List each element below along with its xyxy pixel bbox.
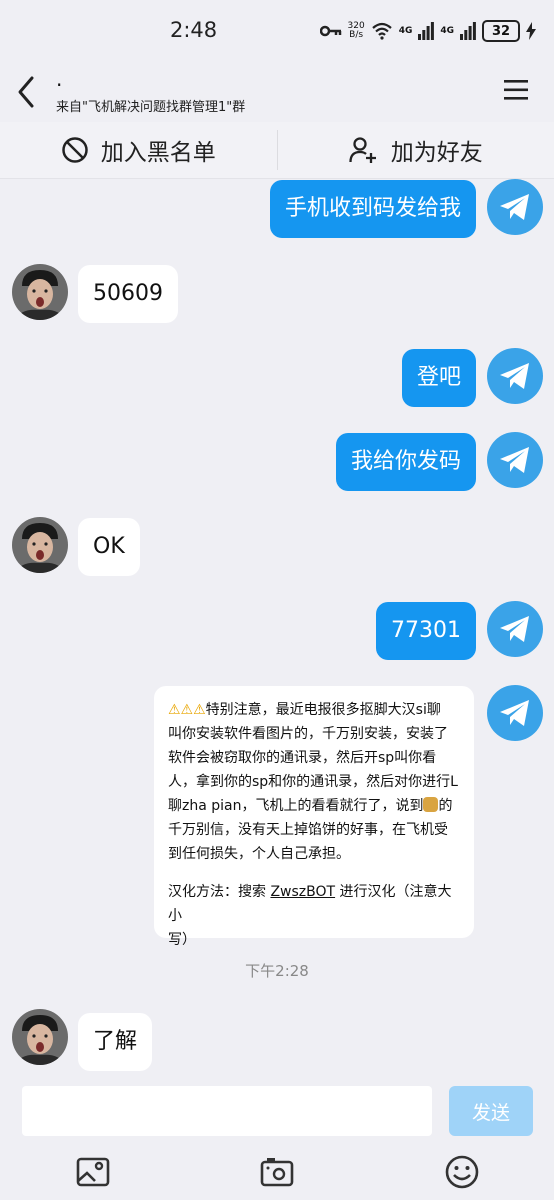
block-button[interactable]: 加入黑名单 bbox=[0, 122, 277, 178]
signal-bars-icon bbox=[460, 22, 476, 40]
notice-line: 写） bbox=[168, 932, 196, 948]
notice-line: ⚠⚠⚠特别注意，最近电报很多抠脚大汉si聊 bbox=[168, 702, 441, 718]
signal-label-1: 4G bbox=[398, 26, 413, 36]
system-notice-card[interactable]: ⚠⚠⚠特别注意，最近电报很多抠脚大汉si聊 叫你安装软件看图片的，千万别安装，安… bbox=[154, 686, 474, 948]
telegram-avatar-icon[interactable] bbox=[487, 685, 543, 741]
warning-icon: ⚠⚠⚠ bbox=[168, 702, 206, 718]
menu-icon[interactable] bbox=[502, 78, 530, 102]
message-bubble-incoming[interactable]: 50609 bbox=[78, 265, 178, 323]
status-bar: 2:48 320 B/s 4G 4G 32 bbox=[0, 0, 554, 62]
block-label: 加入黑名单 bbox=[100, 140, 216, 166]
status-icons: 320 B/s 4G 4G 32 bbox=[319, 18, 536, 44]
add-user-icon bbox=[349, 137, 376, 163]
key-icon bbox=[319, 25, 341, 37]
add-friend-label: 加为好友 bbox=[390, 140, 483, 166]
notice-line: 人，拿到你的sp和你的通讯录，然后对你进行L bbox=[168, 774, 458, 790]
net-speed: 320 B/s bbox=[347, 21, 365, 40]
signal-bars-icon bbox=[418, 22, 435, 40]
notice-line: 叫你安装软件看图片的，千万别安装，安装了 bbox=[168, 726, 448, 742]
image-icon[interactable] bbox=[75, 1154, 111, 1190]
stranger-action-bar: 加入黑名单 加为好友 bbox=[0, 122, 554, 179]
bot-link[interactable]: ZwszBOT bbox=[270, 884, 335, 900]
back-icon[interactable] bbox=[12, 72, 44, 112]
camera-icon[interactable] bbox=[259, 1154, 295, 1190]
block-icon bbox=[62, 137, 88, 163]
message-bubble-outgoing[interactable]: 我给你发码 bbox=[335, 433, 476, 491]
wifi-icon bbox=[371, 22, 392, 40]
notice-line: 软件会被窃取你的通讯录，然后开sp叫你看 bbox=[168, 750, 437, 766]
telegram-avatar-icon[interactable] bbox=[487, 432, 543, 488]
chat-subtitle: 来自"飞机解决问题找群管理1"群 bbox=[56, 100, 246, 115]
send-button[interactable]: 发送 bbox=[449, 1086, 533, 1136]
user-avatar[interactable] bbox=[12, 264, 68, 320]
emoji-icon[interactable] bbox=[444, 1154, 480, 1190]
notice-line: 汉化方法：搜索 ZwszBOT 进行汉化（注意大小 bbox=[168, 884, 452, 924]
notice-line: 千万别信，没有天上掉馅饼的好事，在飞机受 bbox=[168, 822, 448, 838]
message-bubble-incoming[interactable]: 了解 bbox=[78, 1013, 153, 1071]
user-avatar[interactable] bbox=[12, 1009, 68, 1065]
message-timestamp: 下午2:28 bbox=[245, 962, 309, 980]
status-time: 2:48 bbox=[170, 18, 218, 42]
message-bubble-incoming[interactable]: OK bbox=[78, 518, 140, 576]
message-bubble-outgoing[interactable]: 手机收到码发给我 bbox=[269, 180, 476, 238]
add-friend-button[interactable]: 加为好友 bbox=[278, 122, 554, 178]
message-list[interactable]: 手机收到码发给我 50609 登吧 我给你发码 OK 77301 ⚠⚠⚠特别注意… bbox=[0, 178, 554, 1080]
chat-title: . bbox=[56, 67, 63, 91]
message-input[interactable] bbox=[22, 1086, 432, 1136]
user-avatar[interactable] bbox=[12, 517, 68, 573]
telegram-avatar-icon[interactable] bbox=[487, 179, 543, 235]
telegram-avatar-icon[interactable] bbox=[487, 348, 543, 404]
chat-header: . 来自"飞机解决问题找群管理1"群 bbox=[0, 62, 554, 122]
charging-icon bbox=[526, 22, 536, 40]
notice-line: 到任何损失，个人自己承担。 bbox=[168, 846, 350, 862]
signal-label-2: 4G bbox=[440, 26, 454, 36]
composer: 发送 bbox=[0, 1080, 554, 1200]
money-bag-icon bbox=[423, 797, 439, 812]
battery-level: 32 bbox=[482, 20, 520, 42]
notice-line: 聊zha pian，飞机上的看看就行了，说到的 bbox=[168, 797, 453, 814]
message-bubble-outgoing[interactable]: 77301 bbox=[376, 602, 476, 660]
message-bubble-outgoing[interactable]: 登吧 bbox=[401, 349, 476, 407]
telegram-avatar-icon[interactable] bbox=[487, 601, 543, 657]
